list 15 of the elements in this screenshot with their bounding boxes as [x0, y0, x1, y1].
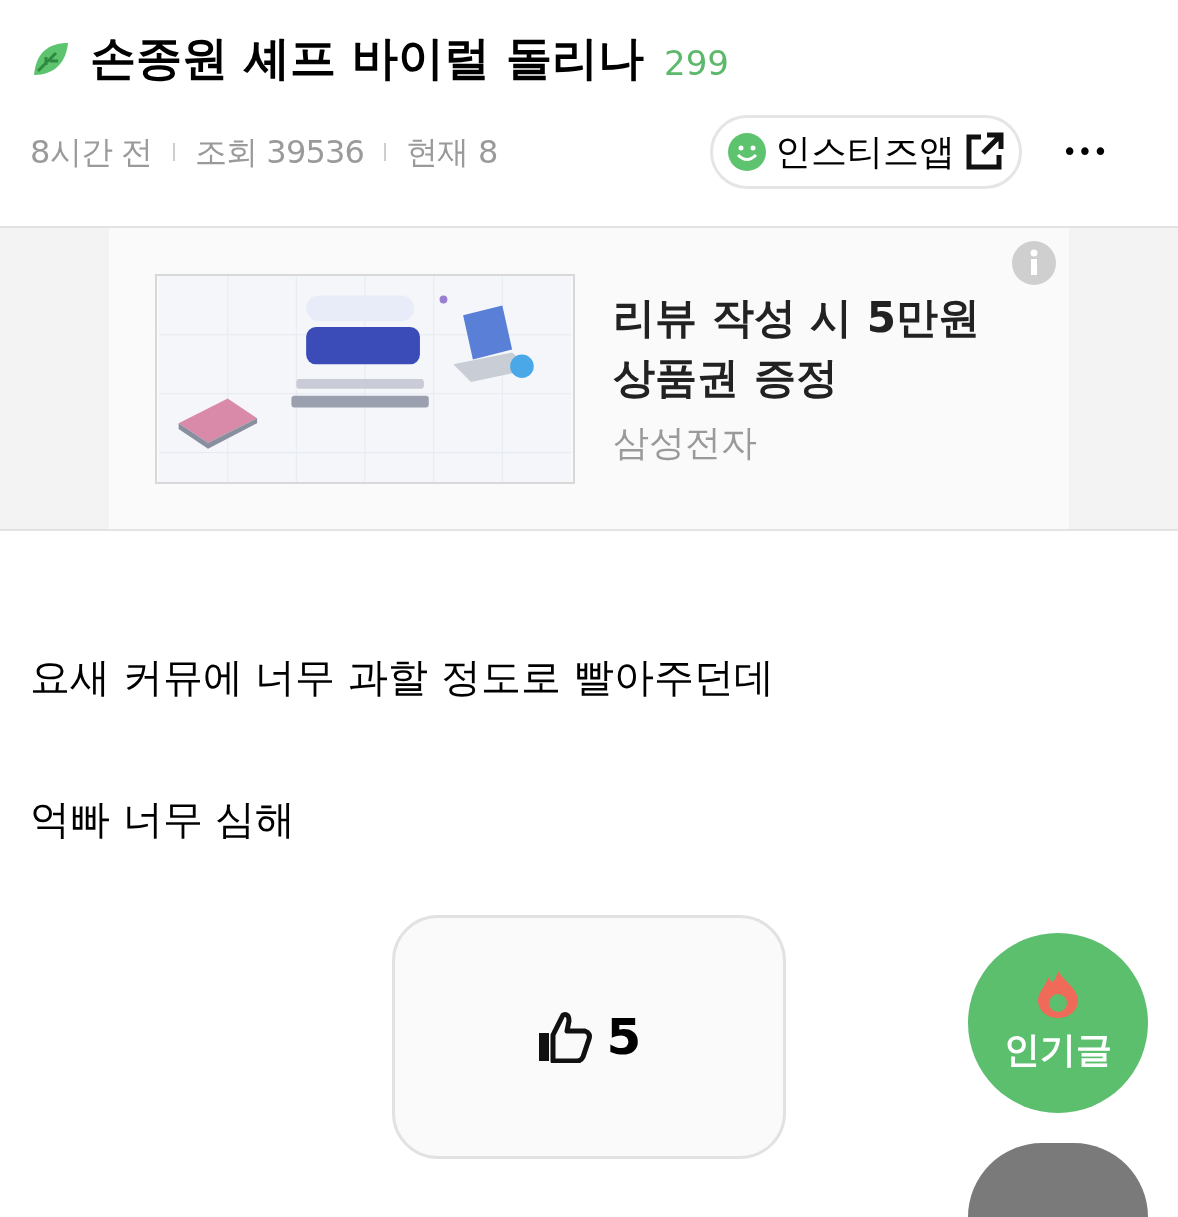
body-paragraph: 요새 커뮤에 너무 과할 정도로 빨아주던데 [30, 653, 775, 702]
post-meta: 현재 8 [406, 132, 498, 173]
body-paragraph: 억빠 너무 심해 [30, 795, 297, 844]
ad-headline[interactable]: 리뷰 작성 시 5만원 상품권 증정 [613, 287, 1033, 408]
post-title: 손종원 셰프 바이럴 돌리나 [90, 30, 645, 87]
ad-card[interactable]: 리뷰 작성 시 5만원 상품권 증정 삼성전자 [109, 228, 1069, 529]
app-button[interactable]: 인스티즈앱 [710, 115, 1022, 189]
flame-icon [1036, 969, 1080, 1019]
thumbs-up-icon [536, 1011, 593, 1063]
like-button[interactable]: 5 [392, 915, 786, 1159]
post-meta: 조회 39536 [194, 132, 365, 173]
advertiser-name: 삼성전자 [613, 420, 758, 465]
smiley-icon [727, 132, 767, 172]
more-button[interactable]: ••• [1062, 132, 1108, 172]
post-meta: 8시간 전 [30, 132, 153, 173]
